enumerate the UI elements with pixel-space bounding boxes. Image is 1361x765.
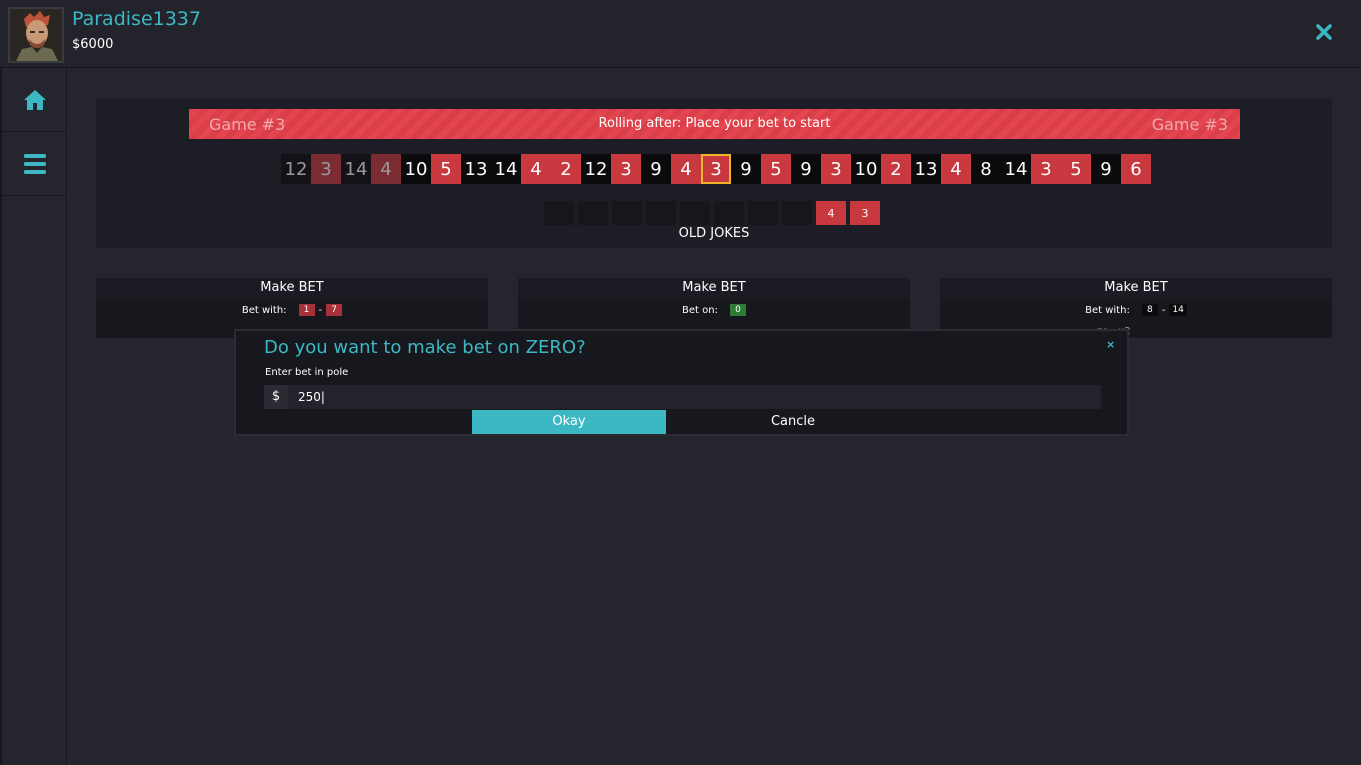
avatar[interactable] xyxy=(8,7,64,63)
roll-cell: 4 xyxy=(371,154,401,184)
bet-target: Bet on: 0 xyxy=(518,298,910,322)
roll-cell: 5 xyxy=(1061,154,1091,184)
roll-panel: Game #3 Rolling after: Place your bet to… xyxy=(96,99,1332,248)
roll-status: Rolling after: Place your bet to start xyxy=(598,116,831,131)
roll-cell: 14 xyxy=(491,154,521,184)
range-to-chip: 14 xyxy=(1169,304,1187,316)
roll-cell: 9 xyxy=(641,154,671,184)
roll-cell: 6 xyxy=(1121,154,1151,184)
sidebar xyxy=(0,68,67,765)
roll-cell: 3 xyxy=(1031,154,1061,184)
username: Paradise1337 xyxy=(72,8,201,30)
bet-range-label: Bet with: xyxy=(241,304,287,316)
sidebar-item-home[interactable] xyxy=(2,68,67,132)
roll-cell: 3 xyxy=(821,154,851,184)
roll-cell: 14 xyxy=(1001,154,1031,184)
roll-cell: 13 xyxy=(461,154,491,184)
roll-cell: 10 xyxy=(401,154,431,184)
history-cell: 4 xyxy=(816,201,846,225)
roll-cell: 5 xyxy=(431,154,461,184)
roll-cell: 5 xyxy=(761,154,791,184)
close-x-icon[interactable] xyxy=(1312,20,1336,44)
roll-cell: 4 xyxy=(941,154,971,184)
okay-button[interactable]: Okay xyxy=(472,410,666,434)
dialog-close-icon[interactable]: × xyxy=(1106,338,1115,351)
bet-amount-input[interactable] xyxy=(288,385,1101,409)
range-dash: - xyxy=(1161,304,1166,316)
menu-icon xyxy=(23,153,46,174)
range-from-chip: 8 xyxy=(1141,304,1158,316)
roll-cell: 9 xyxy=(791,154,821,184)
bet-dialog: Do you want to make bet on ZERO? × Enter… xyxy=(234,329,1129,436)
bet-panel-title[interactable]: Make BET xyxy=(518,278,910,298)
currency-symbol: $ xyxy=(264,385,288,409)
bet-panel-title[interactable]: Make BET xyxy=(940,278,1332,298)
range-dash: - xyxy=(318,304,323,316)
history-label: OLD JOKES xyxy=(678,226,750,241)
dialog-title: Do you want to make bet on ZERO? xyxy=(264,337,586,358)
home-icon xyxy=(23,89,46,110)
history-cell xyxy=(544,201,574,225)
range-from-chip: 1 xyxy=(298,304,315,316)
history-cell xyxy=(612,201,642,225)
roll-cell: 2 xyxy=(881,154,911,184)
roll-cell: 2 xyxy=(551,154,581,184)
roll-cell: 3 xyxy=(611,154,641,184)
history-cell xyxy=(646,201,676,225)
roll-cell: 8 xyxy=(971,154,1001,184)
history-cell xyxy=(578,201,608,225)
game-banner: Game #3 Rolling after: Place your bet to… xyxy=(189,109,1240,139)
history-cell xyxy=(680,201,710,225)
cancel-button[interactable]: Cancle xyxy=(696,410,890,434)
roll-cell: 12 xyxy=(281,154,311,184)
history-cell: 3 xyxy=(850,201,880,225)
history-cell xyxy=(714,201,744,225)
history-cell xyxy=(748,201,778,225)
roll-cell: 4 xyxy=(671,154,701,184)
bet-target-label: Bet on: xyxy=(682,304,718,316)
roll-cell: 9 xyxy=(1091,154,1121,184)
history-cell xyxy=(782,201,812,225)
roll-cell-current: 3 xyxy=(701,154,731,184)
roll-cell: 13 xyxy=(911,154,941,184)
roll-cell: 10 xyxy=(851,154,881,184)
bet-amount-label: Enter bet in pole xyxy=(265,367,349,378)
roll-cell: 9 xyxy=(731,154,761,184)
zero-chip: 0 xyxy=(729,304,746,316)
roll-cell: 3 xyxy=(311,154,341,184)
top-bar: Paradise1337 $6000 xyxy=(0,0,1361,68)
bet-range-label: Bet with: xyxy=(1085,304,1130,316)
sidebar-item-menu[interactable] xyxy=(2,132,67,196)
history-strip: 43 xyxy=(544,201,884,225)
bet-panel-title[interactable]: Make BET xyxy=(96,278,488,298)
bet-range: Bet with: 1 - 7 xyxy=(96,298,488,322)
game-number-right: Game #3 xyxy=(1151,115,1228,134)
bet-range: Bet with: 8 - 14 xyxy=(940,298,1332,322)
roll-cell: 14 xyxy=(341,154,371,184)
range-to-chip: 7 xyxy=(326,304,343,316)
roll-cell: 4 xyxy=(521,154,551,184)
roll-strip: 12 3 14 4 10 5 13 14 4 2 12 3 9 4 3 9 5 9 3 10 2 13 4 8 14 3 5 9 6 xyxy=(281,154,1151,184)
roll-cell: 12 xyxy=(581,154,611,184)
balance: $6000 xyxy=(72,37,114,52)
